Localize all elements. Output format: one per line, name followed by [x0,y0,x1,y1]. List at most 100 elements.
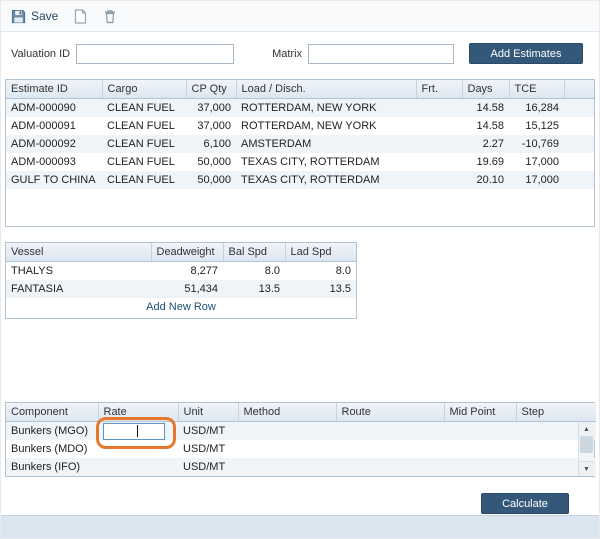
delete-button[interactable] [103,9,117,24]
cell: 37,000 [186,117,236,135]
cell: Bunkers (IFO) [6,458,98,476]
rate-cell[interactable] [98,422,178,441]
rate-input[interactable] [103,423,165,440]
cell: USD/MT [178,458,238,476]
cell: 8.0 [285,262,356,281]
cell [416,99,462,118]
status-bar [1,515,599,538]
vessels-panel: VesselDeadweightBal SpdLad Spd THALYS8,2… [5,242,357,319]
table-row[interactable]: GULF TO CHINACLEAN FUEL50,000TEXAS CITY,… [6,171,595,189]
cell [564,99,595,118]
table-row[interactable]: ADM-000093CLEAN FUEL50,000TEXAS CITY, RO… [6,153,595,171]
new-document-button[interactable] [74,9,87,24]
matrix-label: Matrix [272,48,302,60]
cell: 14.58 [462,99,509,118]
table-row[interactable]: FANTASIA51,43413.513.5 [6,280,356,298]
component-row[interactable]: Bunkers (MDO)USD/MT [6,440,596,458]
cell: CLEAN FUEL [102,153,186,171]
estimates-header-row: Estimate IDCargoCP QtyLoad / Disch.Frt.D… [6,80,595,99]
save-button[interactable]: Save [11,9,58,24]
cell: 50,000 [186,171,236,189]
column-header: Step [516,403,596,422]
cell [416,153,462,171]
column-header: Component [6,403,98,422]
cell: TEXAS CITY, ROTTERDAM [236,171,416,189]
footer-actions: Calculate [1,493,569,514]
cell: CLEAN FUEL [102,99,186,118]
toolbar: Save [1,1,599,32]
cell [336,440,444,458]
cell: Bunkers (MGO) [6,422,98,441]
cell: 14.58 [462,117,509,135]
vertical-scrollbar[interactable]: ▲ ▼ [578,422,594,476]
cell: CLEAN FUEL [102,117,186,135]
cell [564,153,595,171]
cell: -10,769 [509,135,564,153]
table-row[interactable]: ADM-000090CLEAN FUEL37,000ROTTERDAM, NEW… [6,99,595,118]
column-header: Frt. [416,80,462,99]
scroll-up-button[interactable]: ▲ [579,422,594,437]
cell: 6,100 [186,135,236,153]
column-header: TCE [509,80,564,99]
cell [564,117,595,135]
table-row[interactable]: ADM-000092CLEAN FUEL6,100AMSTERDAM2.27-1… [6,135,595,153]
component-row[interactable]: Bunkers (MGO) USD/MT [6,422,596,441]
rate-cell[interactable] [98,458,178,476]
column-header: Vessel [6,243,151,262]
cell: 19.69 [462,153,509,171]
cell: ADM-000093 [6,153,102,171]
component-row[interactable]: Bunkers (IFO) USD/MT [6,458,596,476]
components-header-row: ComponentRateUnitMethodRouteMid PointSte… [6,403,596,422]
header-form: Valuation ID Matrix Add Estimates [11,43,583,64]
column-header: Estimate ID [6,80,102,99]
cell: 51,434 [151,280,223,298]
cell [416,117,462,135]
table-row[interactable]: THALYS8,2778.08.0 [6,262,356,281]
column-header: Unit [178,403,238,422]
table-row[interactable]: ADM-000091CLEAN FUEL37,000ROTTERDAM, NEW… [6,117,595,135]
column-header: Lad Spd [285,243,356,262]
new-document-icon [74,9,87,24]
cell: 20.10 [462,171,509,189]
column-header: Cargo [102,80,186,99]
valuation-id-input[interactable] [76,44,234,64]
cell [416,171,462,189]
cell: 13.5 [223,280,285,298]
text-cursor [137,425,138,437]
cell: ADM-000091 [6,117,102,135]
column-header: Route [336,403,444,422]
vessels-table: VesselDeadweightBal SpdLad Spd THALYS8,2… [6,243,356,298]
cell: USD/MT [178,422,238,441]
calculate-button[interactable]: Calculate [481,493,569,514]
estimates-panel: Estimate IDCargoCP QtyLoad / Disch.Frt.D… [5,79,595,227]
cell [444,440,516,458]
column-header: Rate [98,403,178,422]
cell [444,422,516,441]
cell [444,458,516,476]
add-estimates-button[interactable]: Add Estimates [469,43,583,64]
cell: 8.0 [223,262,285,281]
cell: GULF TO CHINA [6,171,102,189]
cell: Bunkers (MDO) [6,440,98,458]
column-header: Deadweight [151,243,223,262]
cell: CLEAN FUEL [102,135,186,153]
cell [564,171,595,189]
save-icon [11,9,26,24]
estimates-table: Estimate IDCargoCP QtyLoad / Disch.Frt.D… [6,80,595,189]
cell: 15,125 [509,117,564,135]
valuation-id-label: Valuation ID [11,48,70,60]
rate-cell[interactable] [98,440,178,458]
add-new-row-link[interactable]: Add New Row [6,301,356,313]
vessels-header-row: VesselDeadweightBal SpdLad Spd [6,243,356,262]
scrollbar-thumb[interactable] [580,437,593,453]
matrix-input[interactable] [308,44,454,64]
cell [416,135,462,153]
column-header: Mid Point [444,403,516,422]
cell: 16,284 [509,99,564,118]
cell: 50,000 [186,153,236,171]
cell: 8,277 [151,262,223,281]
scroll-down-button[interactable]: ▼ [579,461,594,476]
column-header: Load / Disch. [236,80,416,99]
scroll-up-icon: ▲ [583,426,590,433]
cell: THALYS [6,262,151,281]
